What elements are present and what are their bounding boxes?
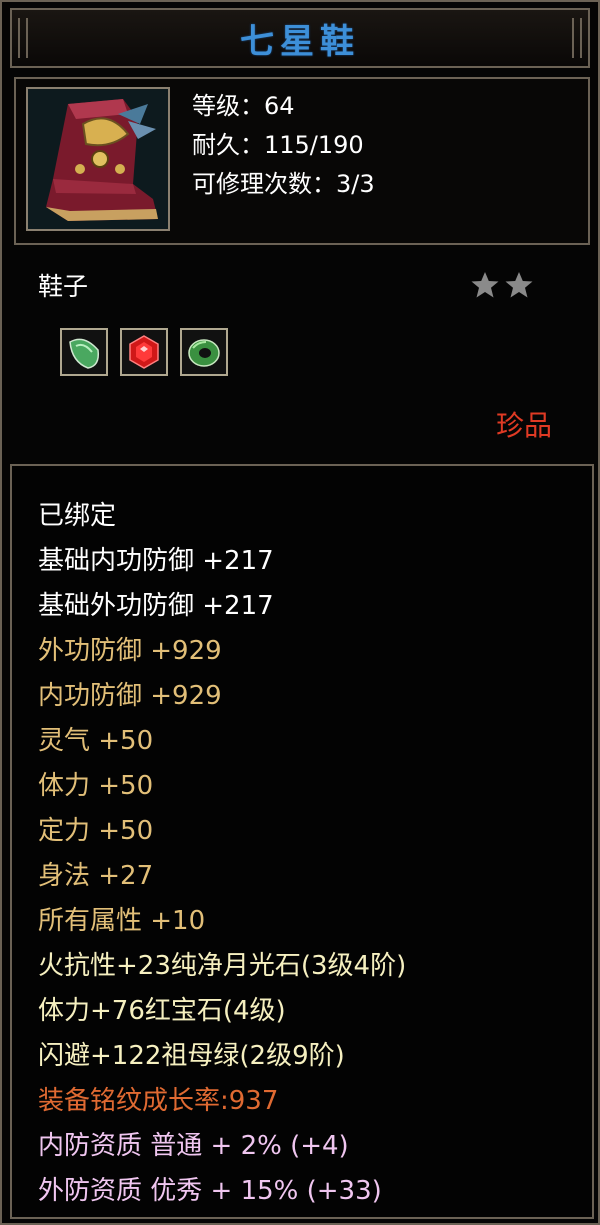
attribute-line: 已绑定: [38, 501, 117, 531]
attribute-line: 定力 +50: [38, 816, 154, 846]
level-line: 等级：64: [192, 92, 295, 120]
attribute-line: 基础内功防御 +217: [38, 546, 274, 576]
item-title: 七星鞋: [240, 21, 360, 62]
item-tooltip-panel: 七星鞋 等级：64 耐久：115/190 可修理次数：3/3 鞋子 珍品 已绑定…: [0, 0, 600, 1225]
aptitude-line: 内防资质 普通 + 2% (+4): [38, 1131, 349, 1161]
green-gem-icon[interactable]: [60, 328, 108, 376]
green-jade-icon[interactable]: [180, 328, 228, 376]
growth-rate-line: 装备铭纹成长率:937: [38, 1086, 279, 1116]
star-rating: [470, 270, 534, 300]
attribute-line: 内功防御 +929: [38, 681, 222, 711]
attribute-line: 基础外功防御 +217: [38, 591, 274, 621]
star-icon: [471, 272, 499, 298]
attribute-line: 身法 +27: [38, 861, 154, 891]
durability-line: 耐久：115/190: [192, 131, 364, 159]
attribute-line: 灵气 +50: [38, 726, 154, 756]
star-icon: [505, 272, 533, 298]
item-basic-info: 等级：64 耐久：115/190 可修理次数：3/3: [192, 87, 375, 204]
repair-count-line: 可修理次数：3/3: [192, 170, 375, 198]
attributes-box: 已绑定 基础内功防御 +217 基础外功防御 +217 外功防御 +929 内功…: [10, 464, 594, 1219]
item-type-label: 鞋子: [38, 272, 89, 301]
rarity-label: 珍品: [495, 409, 552, 442]
gem-bonus-line: 体力+76红宝石(4级): [38, 996, 286, 1026]
attribute-line: 外功防御 +929: [38, 636, 222, 666]
gem-bonus-line: 闪避+122祖母绿(2级9阶): [38, 1041, 345, 1071]
attribute-list: 已绑定 基础内功防御 +217 基础外功防御 +217 外功防御 +929 内功…: [38, 494, 406, 1214]
boot-icon: [26, 87, 170, 231]
red-ruby-icon[interactable]: [120, 328, 168, 376]
attribute-line: 体力 +50: [38, 771, 154, 801]
title-bar: 七星鞋: [10, 8, 590, 68]
gem-slots: [60, 328, 228, 376]
item-header-box: 等级：64 耐久：115/190 可修理次数：3/3: [14, 77, 590, 245]
attribute-line: 所有属性 +10: [38, 906, 206, 936]
gem-bonus-line: 火抗性+23纯净月光石(3级4阶): [38, 951, 407, 981]
aptitude-line: 外防资质 优秀 + 15% (+33): [38, 1176, 382, 1206]
